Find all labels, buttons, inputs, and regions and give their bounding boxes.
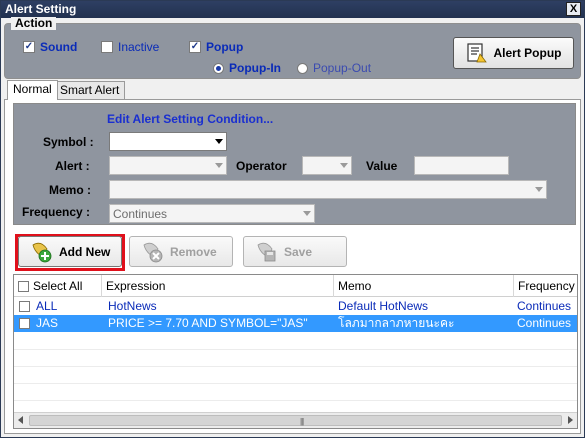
chevron-down-icon [303,211,311,216]
tab-normal-label: Normal [13,82,52,96]
alert-combobox[interactable] [109,156,227,175]
checkmark-icon: ✓ [23,41,35,53]
expression-cell: PRICE >= 7.70 AND SYMBOL="JAS" [108,316,308,330]
action-legend: Action [11,17,57,30]
scrollbar-thumb[interactable]: ||| [29,415,562,426]
frequency-value: Continues [113,207,168,221]
symbol-cell: ALL [36,299,58,313]
tab-normal[interactable]: Normal [7,80,58,100]
chevron-down-icon [215,139,223,144]
window-title: Alert Setting [5,2,77,16]
title-bar: Alert Setting X [1,1,584,18]
grid-line [14,400,577,401]
row-checkbox[interactable] [19,301,30,312]
frequency-label: Frequency : [22,205,91,219]
memo-combobox[interactable] [109,180,547,199]
operator-label: Operator [236,159,287,173]
remove-button[interactable]: Remove [129,236,233,267]
table-row[interactable]: ALL HotNews Default HotNews Continues [14,298,577,315]
grip-icon: ||| [300,417,304,426]
alert-popup-button[interactable]: Alert Popup [453,37,574,69]
grid-line [14,366,577,367]
scroll-right-icon[interactable] [568,416,573,424]
grid-line [14,349,577,350]
popup-checkbox[interactable]: ✓ Popup [189,40,243,54]
scroll-left-icon[interactable] [18,416,23,424]
frequency-cell: Continues [517,316,572,330]
memo-cell: โลภมากลาภหายนะคะ [338,316,455,330]
popup-in-label: Popup-In [229,61,281,75]
chevron-down-icon [340,163,348,168]
alert-popup-label: Alert Popup [493,46,562,60]
popup-in-radio[interactable]: Popup-In [213,61,281,75]
add-new-label: Add New [59,244,111,259]
alert-grid: Select All Expression Memo Frequency ALL… [13,274,578,429]
radio-selected-icon [213,62,224,74]
checkbox-empty-icon [18,280,29,292]
select-all-label: Select All [33,279,83,293]
value-input[interactable] [414,156,509,175]
inactive-checkbox[interactable]: Inactive [101,40,159,54]
value-label: Value [366,159,398,173]
condition-editor: Edit Alert Setting Condition... Symbol :… [13,103,576,225]
save-label: Save [284,244,313,259]
horizontal-scrollbar[interactable]: ||| [14,412,577,428]
add-new-button[interactable]: Add New [18,236,122,267]
tab-smart-alert-label: Smart Alert [60,83,120,97]
symbol-combobox[interactable] [109,132,227,151]
row-checkbox[interactable] [19,318,30,329]
close-button[interactable]: X [566,2,581,16]
alert-list-icon [466,43,487,63]
normal-tab-panel: Edit Alert Setting Condition... Symbol :… [4,99,581,434]
operator-combobox[interactable] [302,156,352,175]
tab-smart-alert[interactable]: Smart Alert [54,81,126,100]
save-button[interactable]: Save [243,236,347,267]
expression-header[interactable]: Expression [102,275,334,297]
add-alert-icon [32,242,52,262]
sound-label: Sound [40,40,78,54]
symbol-cell: JAS [36,316,59,330]
checkmark-icon: ✓ [189,41,201,53]
symbol-label: Symbol : [43,135,94,149]
grid-line [14,383,577,384]
alert-label: Alert : [55,159,90,173]
frequency-combobox[interactable]: Continues [109,204,315,223]
memo-header[interactable]: Memo [334,275,514,297]
inactive-label: Inactive [118,40,160,54]
table-row[interactable]: JAS PRICE >= 7.70 AND SYMBOL="JAS" โลภมา… [14,315,577,332]
popup-label: Popup [206,40,244,54]
radio-empty-icon [297,62,308,74]
select-all-header[interactable]: Select All [14,275,102,297]
popup-out-label: Popup-Out [313,61,372,75]
chevron-down-icon [535,187,543,192]
expression-cell: HotNews [108,299,157,313]
frequency-header[interactable]: Frequency [514,275,577,297]
grid-header: Select All Expression Memo Frequency [14,275,577,297]
chevron-down-icon [215,163,223,168]
remove-alert-icon [143,242,163,262]
sound-checkbox[interactable]: ✓ Sound [23,40,77,54]
memo-cell: Default HotNews [338,299,429,313]
action-group: Action ✓ Sound Inactive ✓ Popup Popup-In… [4,17,581,79]
remove-label: Remove [170,244,217,259]
popup-out-radio[interactable]: Popup-Out [297,61,371,75]
condition-title: Edit Alert Setting Condition... [107,112,274,126]
memo-label: Memo : [49,183,91,197]
alert-setting-window: Alert Setting X Action ✓ Sound Inactive … [0,0,585,438]
frequency-cell: Continues [517,299,572,313]
save-alert-icon [257,242,276,261]
checkbox-empty-icon [101,41,113,53]
